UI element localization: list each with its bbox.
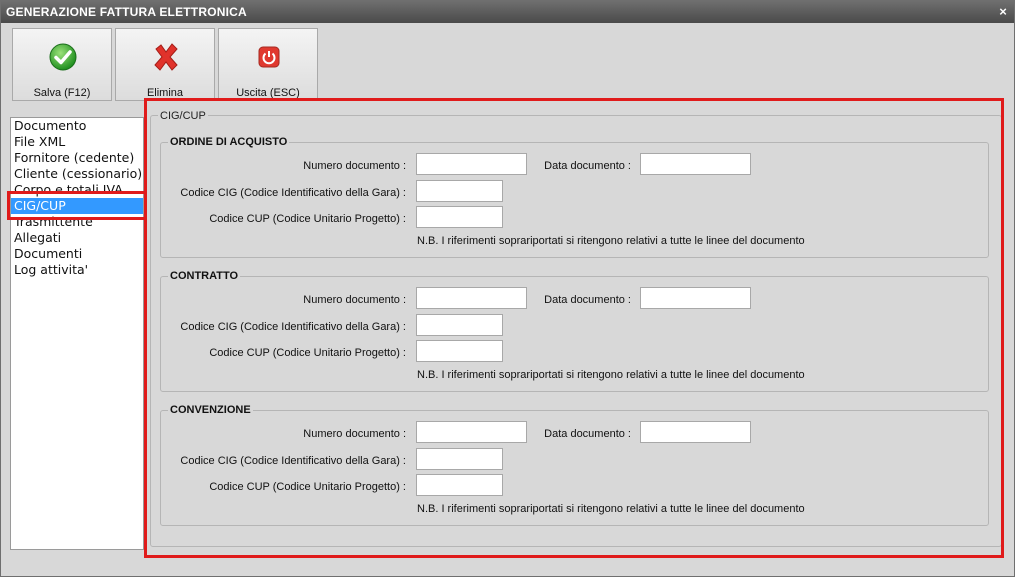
panel-title: CIG/CUP [158, 110, 208, 122]
exit-button[interactable]: Uscita (ESC) [218, 28, 318, 101]
delete-button[interactable]: Elimina [115, 28, 215, 101]
exit-label: Uscita (ESC) [236, 87, 300, 99]
ordine-cup-input[interactable] [416, 206, 503, 228]
checkmark-icon [49, 43, 77, 71]
numero-documento-label: Numero documento : [303, 160, 406, 172]
group-title-ordine: ORDINE DI ACQUISTO [168, 136, 290, 148]
codice-cig-label: Codice CIG (Codice Identificativo della … [180, 455, 406, 467]
save-label: Salva (F12) [33, 87, 91, 99]
contratto-numero-input[interactable] [416, 287, 527, 309]
title-bar: GENERAZIONE FATTURA ELETTRONICA × [1, 1, 1014, 23]
numero-documento-label: Numero documento : [303, 428, 406, 440]
ordine-numero-input[interactable] [416, 153, 527, 175]
contratto-data-input[interactable] [640, 287, 751, 309]
data-documento-label: Data documento : [544, 294, 631, 306]
red-x-icon [154, 43, 178, 71]
nav-item-cig-cup[interactable]: CIG/CUP [11, 198, 143, 214]
close-icon[interactable]: × [999, 1, 1007, 23]
numero-documento-label: Numero documento : [303, 294, 406, 306]
contratto-cup-input[interactable] [416, 340, 503, 362]
invoice-window: GENERAZIONE FATTURA ELETTRONICA × Salva … [0, 0, 1015, 577]
save-button[interactable]: Salva (F12) [12, 28, 112, 101]
delete-label: Elimina [146, 87, 184, 99]
nav-item-documenti[interactable]: Documenti [11, 246, 143, 262]
nav-item-cliente[interactable]: Cliente (cessionario) [11, 166, 143, 182]
convenzione-cig-input[interactable] [416, 448, 503, 470]
group-title-convenzione: CONVENZIONE [168, 404, 253, 416]
nav-item-trasmittente[interactable]: Trasmittente [11, 214, 143, 230]
nav-item-allegati[interactable]: Allegati [11, 230, 143, 246]
nav-item-file-xml[interactable]: File XML [11, 134, 143, 150]
convenzione-data-input[interactable] [640, 421, 751, 443]
data-documento-label: Data documento : [544, 160, 631, 172]
note-text: N.B. I riferimenti soprariportati si rit… [417, 369, 805, 381]
note-text: N.B. I riferimenti soprariportati si rit… [417, 235, 805, 247]
power-icon [258, 46, 280, 68]
note-text: N.B. I riferimenti soprariportati si rit… [417, 503, 805, 515]
nav-item-log[interactable]: Log attivita' [11, 262, 143, 278]
nav-item-documento[interactable]: Documento [11, 118, 143, 134]
section-list: Documento File XML Fornitore (cedente) C… [10, 117, 144, 550]
codice-cup-label: Codice CUP (Codice Unitario Progetto) : [209, 481, 406, 493]
window-title: GENERAZIONE FATTURA ELETTRONICA [6, 5, 247, 19]
codice-cup-label: Codice CUP (Codice Unitario Progetto) : [209, 213, 406, 225]
convenzione-numero-input[interactable] [416, 421, 527, 443]
nav-item-corpo-totali[interactable]: Corpo e totali IVA [11, 182, 143, 198]
codice-cup-label: Codice CUP (Codice Unitario Progetto) : [209, 347, 406, 359]
group-title-contratto: CONTRATTO [168, 270, 241, 282]
codice-cig-label: Codice CIG (Codice Identificativo della … [180, 321, 406, 333]
ordine-cig-input[interactable] [416, 180, 503, 202]
ordine-data-input[interactable] [640, 153, 751, 175]
contratto-cig-input[interactable] [416, 314, 503, 336]
nav-item-fornitore[interactable]: Fornitore (cedente) [11, 150, 143, 166]
codice-cig-label: Codice CIG (Codice Identificativo della … [180, 187, 406, 199]
data-documento-label: Data documento : [544, 428, 631, 440]
convenzione-cup-input[interactable] [416, 474, 503, 496]
